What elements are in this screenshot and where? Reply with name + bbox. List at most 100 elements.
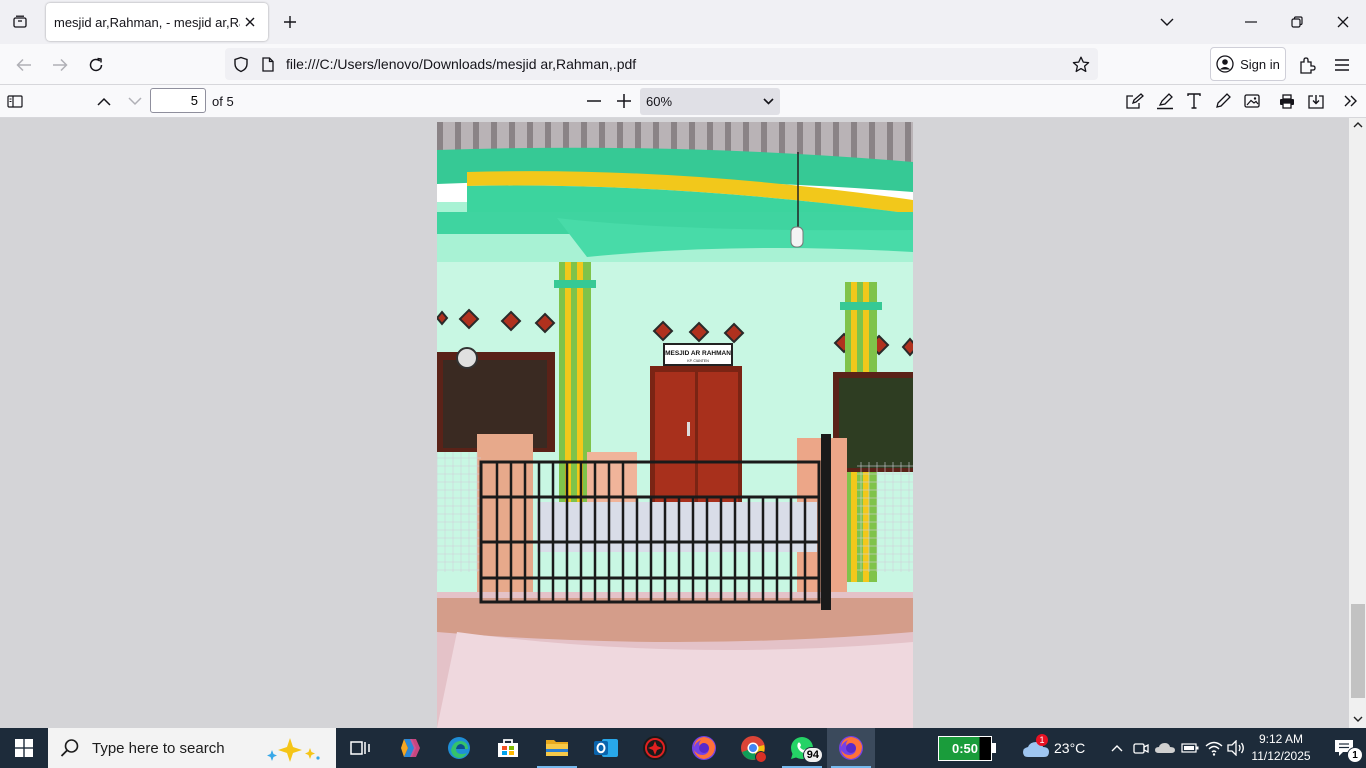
taskbar-edge[interactable] [435, 728, 483, 768]
start-button[interactable] [0, 728, 48, 768]
sidebar-icon [7, 94, 23, 108]
edit-pdf-button[interactable] [1122, 88, 1148, 114]
taskbar-outlook[interactable] [582, 728, 630, 768]
clock[interactable]: 9:12 AM 11/12/2025 [1244, 731, 1318, 765]
weather-badge: 1 [1036, 734, 1048, 746]
add-text-button[interactable] [1181, 88, 1207, 114]
scroll-down-icon[interactable] [1353, 716, 1363, 723]
plus-icon [617, 94, 631, 108]
mosque-sign-subtext: KP. CIANTEN [687, 359, 709, 363]
more-tools-button[interactable] [1338, 88, 1364, 114]
close-icon [1337, 16, 1349, 28]
taskbar-firefox-1[interactable] [680, 728, 728, 768]
camera-icon [1133, 743, 1149, 754]
taskbar-whatsapp[interactable]: 94 [778, 728, 826, 768]
pdf-page: MESJID AR RAHMAN KP. CIANTEN [437, 122, 913, 728]
zoom-out-button[interactable] [581, 88, 607, 114]
network-button[interactable] [1204, 728, 1224, 768]
forward-button[interactable] [47, 52, 73, 78]
url-text[interactable]: file:///C:/Users/lenovo/Downloads/mesjid… [286, 56, 636, 72]
new-tab-button[interactable] [278, 10, 302, 34]
sidebar-toggle-button[interactable] [2, 88, 28, 114]
close-tab-button[interactable] [240, 12, 260, 32]
extensions-button[interactable] [1294, 52, 1320, 78]
davinci-icon [643, 736, 667, 760]
plus-icon [284, 16, 296, 28]
draw-button[interactable] [1210, 88, 1236, 114]
chevron-up-icon [1111, 745, 1123, 752]
mosque-photo: MESJID AR RAHMAN KP. CIANTEN [437, 122, 913, 728]
sign-in-label: Sign in [1240, 56, 1280, 72]
taskbar-store[interactable] [484, 728, 532, 768]
restore-button[interactable] [1274, 0, 1320, 44]
highlighter-icon [1157, 92, 1173, 109]
meet-now-button[interactable] [1132, 728, 1150, 768]
taskbar-app-red[interactable] [631, 728, 679, 768]
chevron-up-icon [97, 97, 111, 106]
text-icon [1187, 93, 1201, 109]
add-image-button[interactable] [1239, 88, 1265, 114]
temperature: 23°C [1054, 740, 1086, 756]
chevron-down-icon [128, 96, 142, 105]
sign-in-button[interactable]: Sign in [1210, 47, 1286, 81]
onedrive-button[interactable] [1154, 728, 1176, 768]
address-bar[interactable]: file:///C:/Users/lenovo/Downloads/mesjid… [225, 48, 1098, 80]
account-icon [1216, 55, 1234, 73]
scrollbar-thumb[interactable] [1351, 604, 1365, 698]
taskbar-firefox-2[interactable] [827, 728, 875, 768]
scroll-up-icon[interactable] [1353, 121, 1363, 128]
taskbar-chrome[interactable] [729, 728, 777, 768]
battery-timer-widget[interactable]: 0:50 [938, 736, 996, 761]
wifi-icon [1205, 741, 1223, 756]
tab-overflow-button[interactable] [1144, 0, 1190, 44]
copilot-icon [401, 739, 420, 757]
pdf-viewer[interactable]: MESJID AR RAHMAN KP. CIANTEN [0, 118, 1366, 728]
clock-time: 9:12 AM [1258, 732, 1304, 746]
tab-active[interactable]: mesjid ar,Rahman, - mesjid ar,Rahman,.pd… [46, 3, 268, 41]
task-view-button[interactable] [336, 728, 384, 768]
clock-date: 11/12/2025 [1251, 749, 1311, 763]
zoom-in-button[interactable] [611, 88, 637, 114]
taskbar-file-explorer[interactable] [533, 728, 581, 768]
chrome-badge [755, 751, 767, 763]
weather-widget[interactable]: 1 [1020, 728, 1052, 768]
download-icon [1308, 94, 1324, 109]
firefox-icon [692, 736, 716, 760]
onedrive-icon [1155, 743, 1175, 753]
shield-icon[interactable] [233, 56, 249, 73]
print-button[interactable] [1274, 88, 1300, 114]
search-box[interactable]: Type here to search [48, 728, 336, 768]
arrow-right-icon [53, 58, 68, 72]
zoom-select[interactable]: 60% [640, 88, 780, 115]
menu-button[interactable] [1329, 52, 1355, 78]
previous-page-button[interactable] [91, 88, 117, 114]
battery-button[interactable] [1180, 728, 1200, 768]
save-button[interactable] [1303, 88, 1329, 114]
star-icon[interactable] [1072, 56, 1090, 73]
search-icon [60, 739, 79, 757]
tab-list-icon [13, 15, 27, 28]
task-view-icon [350, 741, 370, 755]
taskbar-copilot[interactable] [386, 728, 434, 768]
list-all-tabs-button[interactable] [8, 10, 32, 34]
minimize-button[interactable] [1228, 0, 1274, 44]
minimize-icon [1245, 21, 1257, 23]
notifications-button[interactable]: 1 [1322, 728, 1366, 768]
reload-button[interactable] [83, 52, 109, 78]
arrow-left-icon [16, 58, 31, 72]
taskbar: Type here to search 94 0:50 1 23°C 9:12 … [0, 728, 1366, 768]
next-page-button[interactable] [122, 88, 148, 114]
show-hidden-icons-button[interactable] [1108, 728, 1126, 768]
highlight-button[interactable] [1152, 88, 1178, 114]
firefox-icon [839, 736, 863, 760]
tab-strip: mesjid ar,Rahman, - mesjid ar,Rahman,.pd… [0, 0, 1366, 44]
back-button[interactable] [11, 52, 37, 78]
volume-button[interactable] [1226, 728, 1246, 768]
page-count-label: of 5 [212, 94, 234, 109]
close-window-button[interactable] [1320, 0, 1366, 44]
battery-icon [1181, 743, 1199, 753]
double-chevron-right-icon [1344, 95, 1357, 107]
chevron-down-icon [763, 98, 774, 105]
page-number-input[interactable] [150, 88, 206, 113]
hamburger-icon [1335, 59, 1349, 71]
